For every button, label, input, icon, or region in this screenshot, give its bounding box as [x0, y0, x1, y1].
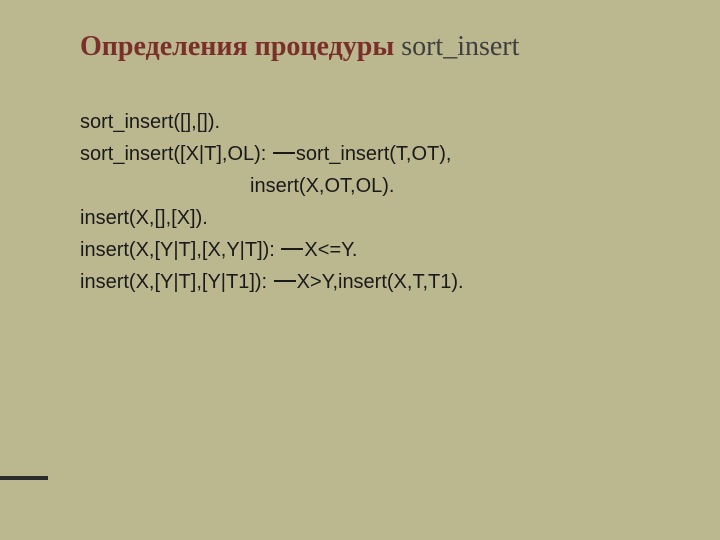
- code-line: insert(X,[],[X]).: [80, 202, 680, 234]
- code-text: sort_insert([X|T],OL):: [80, 143, 272, 165]
- code-block: sort_insert([],[]). sort_insert([X|T],OL…: [80, 106, 680, 298]
- code-text: X<=Y.: [304, 239, 357, 261]
- slide-title: Определения процедуры sort_insert: [80, 30, 680, 64]
- decorative-bar: [0, 476, 48, 480]
- code-text: sort_insert([],[]).: [80, 111, 220, 133]
- code-line: insert(X,OT,OL).: [80, 170, 680, 202]
- title-accent: Определения процедуры: [80, 31, 401, 62]
- code-line: sort_insert([],[]).: [80, 106, 680, 138]
- slide: Определения процедуры sort_insert sort_i…: [0, 0, 720, 540]
- code-line: insert(X,[Y|T],[Y|T1]): X>Y,insert(X,T,T…: [80, 266, 680, 298]
- neck-operator-icon: [273, 152, 295, 154]
- code-text: sort_insert(T,OT),: [296, 143, 452, 165]
- neck-operator-icon: [274, 280, 296, 282]
- neck-operator-icon: [281, 248, 303, 250]
- code-text: X>Y,insert(X,T,T1).: [297, 271, 464, 293]
- code-text: insert(X,[Y|T],[X,Y|T]):: [80, 239, 280, 261]
- code-line: sort_insert([X|T],OL): sort_insert(T,OT)…: [80, 138, 680, 170]
- title-plain: sort_insert: [401, 31, 519, 62]
- code-text: insert(X,[],[X]).: [80, 207, 208, 229]
- code-line: insert(X,[Y|T],[X,Y|T]): X<=Y.: [80, 234, 680, 266]
- code-text: insert(X,[Y|T],[Y|T1]):: [80, 271, 273, 293]
- code-text: insert(X,OT,OL).: [250, 175, 394, 197]
